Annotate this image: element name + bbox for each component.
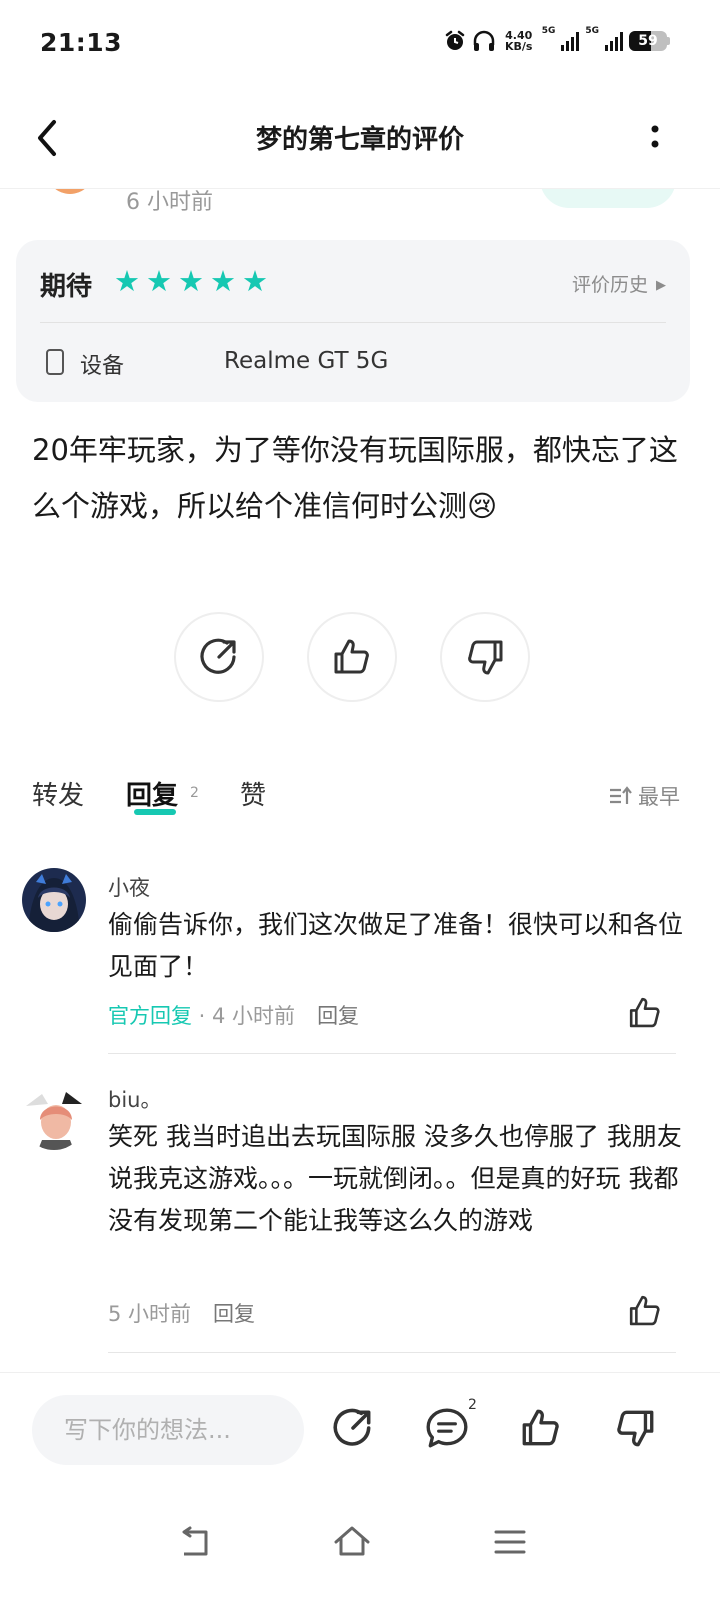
signal-bars-2-icon — [605, 31, 623, 51]
battery-level: 59 — [638, 33, 658, 49]
phone-icon — [46, 349, 64, 375]
home-nav-icon[interactable] — [332, 1522, 372, 1562]
triangle-right-icon: ▶ — [656, 278, 666, 293]
card-divider — [40, 322, 666, 323]
thumbs-down-icon[interactable] — [612, 1405, 658, 1451]
share-icon — [200, 638, 236, 674]
divider — [108, 1053, 676, 1054]
tab-likes[interactable]: 赞 — [240, 775, 266, 812]
reply-count: 2 — [190, 785, 199, 801]
reply-meta: 5 小时前 回复 — [108, 1298, 255, 1328]
reply-text: 偷偷告诉你，我们这次做足了准备！很快可以和各位见面了！ — [108, 910, 684, 981]
comment-input[interactable]: 写下你的想法... — [32, 1395, 304, 1465]
status-time: 21:13 — [40, 28, 123, 57]
rating-history-link[interactable]: 评价历史 ▶ — [572, 270, 666, 297]
network-type-2: 5G — [585, 26, 599, 36]
dislike-button[interactable] — [440, 612, 530, 702]
interaction-tabs: 转发 回复 2 赞 最早 — [32, 775, 680, 825]
network-speed: 4.40 KB/s — [502, 30, 536, 52]
sort-icon — [610, 786, 632, 804]
menu-nav-icon[interactable] — [490, 1522, 530, 1562]
star-rating: ★ ★ ★ ★ ★ — [114, 265, 268, 297]
thumbs-up-icon[interactable] — [626, 1292, 664, 1330]
status-bar: 21:13 4.40 KB/s 5G 5G 59 — [0, 0, 720, 88]
star-icon: ★ — [210, 264, 236, 298]
more-options-icon[interactable] — [650, 122, 660, 152]
like-button[interactable] — [307, 612, 397, 702]
divider — [108, 1352, 676, 1353]
avatar[interactable] — [22, 1086, 86, 1150]
comment-icon[interactable] — [424, 1405, 470, 1451]
comment-count-badge: 2 — [468, 1397, 477, 1413]
reply-time: · 4 小时前 — [192, 1004, 296, 1028]
system-nav-bar — [0, 1490, 720, 1600]
reply-meta: 官方回复 · 4 小时前 回复 — [108, 1000, 359, 1030]
review-detail-screen: 21:13 4.40 KB/s 5G 5G 59 梦的第七章的评价 6 小时前 … — [0, 0, 720, 1600]
rating-card: 期待 ★ ★ ★ ★ ★ 评价历史 ▶ 设备 Realme GT 5G — [16, 240, 690, 402]
bottom-action-bar: 写下你的想法... 2 — [0, 1372, 720, 1483]
speed-unit: KB/s — [504, 40, 533, 53]
star-icon: ★ — [146, 264, 172, 298]
star-icon: ★ — [242, 264, 268, 298]
reply-author[interactable]: biu。 — [108, 1084, 161, 1114]
back-nav-icon[interactable] — [176, 1522, 216, 1562]
reply-time: 5 小时前 — [108, 1302, 192, 1326]
page-title: 梦的第七章的评价 — [255, 125, 464, 155]
rating-label: 期待 — [40, 272, 93, 302]
reply-author[interactable]: 小夜 — [108, 872, 150, 902]
reply-link[interactable]: 回复 — [317, 1004, 359, 1028]
active-tab-indicator — [134, 809, 176, 815]
star-icon: ★ — [114, 264, 140, 298]
review-text: 20年牢玩家，为了等你没有玩国际服，都快忘了这么个游戏，所以给个准信何时公测😢 — [32, 433, 678, 523]
headphones-icon — [473, 30, 494, 51]
signal-bars-1-icon — [561, 31, 580, 51]
official-reply-badge: 官方回复 — [108, 1004, 192, 1028]
thumbs-up-icon — [334, 639, 369, 674]
sort-label: 最早 — [638, 785, 680, 809]
thumbs-up-icon[interactable] — [626, 994, 664, 1032]
tab-forward[interactable]: 转发 — [32, 775, 84, 812]
share-icon[interactable] — [330, 1405, 376, 1451]
reply-text: 笑死 我当时追出去玩国际服 没多久也停服了 我朋友说我克这游戏。。。一玩就倒闭。… — [108, 1122, 682, 1235]
star-icon: ★ — [178, 264, 204, 298]
app-header: 梦的第七章的评价 — [0, 88, 720, 189]
avatar[interactable] — [22, 868, 86, 932]
thumbs-up-icon[interactable] — [518, 1405, 564, 1451]
alarm-icon — [445, 30, 464, 50]
network-type-1: 5G — [541, 26, 556, 36]
rating-history-label: 评价历史 — [571, 274, 648, 296]
share-button[interactable] — [174, 612, 264, 702]
device-name: Realme GT 5G — [224, 348, 389, 374]
sort-toggle[interactable]: 最早 — [608, 781, 680, 811]
tab-replies[interactable]: 回复 — [126, 775, 178, 812]
reply-link[interactable]: 回复 — [213, 1302, 255, 1326]
status-icons: 4.40 KB/s 5G 5G 59 — [444, 26, 670, 52]
device-label: 设备 — [80, 354, 125, 379]
battery-icon: 59 — [629, 31, 670, 51]
thumbs-down-icon — [468, 640, 503, 675]
